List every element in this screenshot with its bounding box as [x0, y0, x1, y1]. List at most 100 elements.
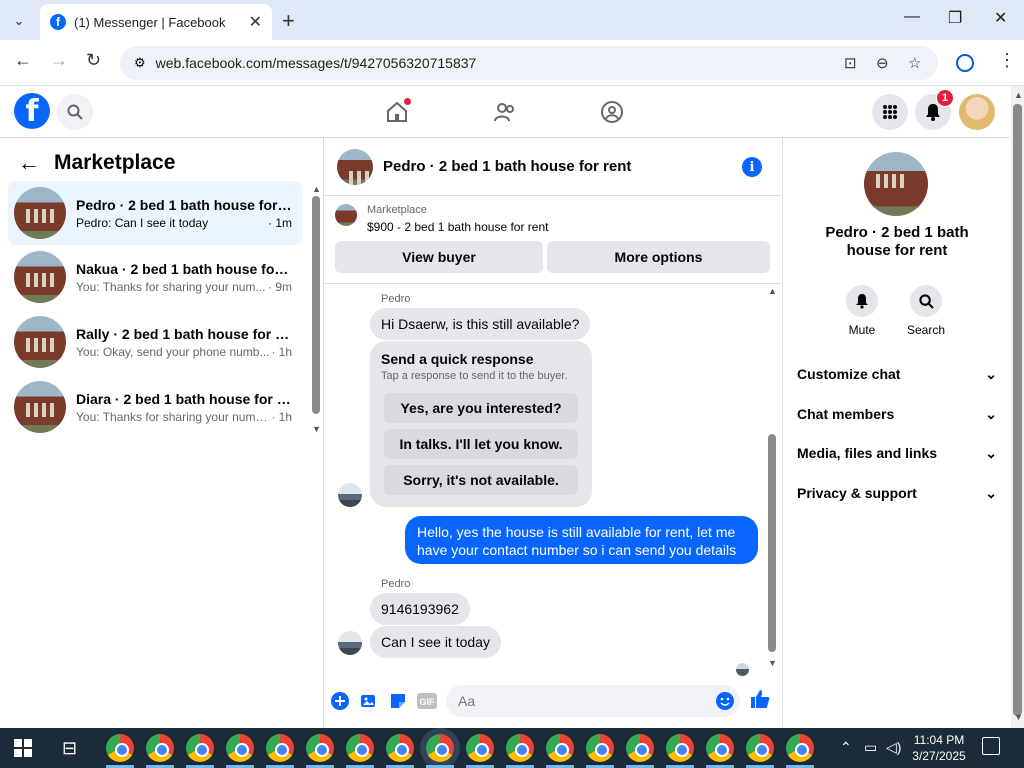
- quick-response-button[interactable]: In talks. I'll let you know.: [384, 429, 578, 459]
- facebook-logo-icon[interactable]: f: [14, 93, 50, 129]
- search-icon[interactable]: [910, 285, 942, 317]
- search-action[interactable]: Search: [896, 285, 956, 337]
- scroll-up-arrow-icon[interactable]: ▲: [768, 286, 777, 296]
- scroll-down-arrow-icon[interactable]: ▼: [312, 424, 321, 434]
- chrome-taskbar-icon[interactable]: [146, 734, 174, 762]
- customize-chat-section[interactable]: Customize chat ⌄: [797, 366, 997, 383]
- maximize-icon[interactable]: ❐: [948, 8, 962, 28]
- emoji-icon[interactable]: [715, 691, 735, 711]
- chrome-taskbar-icon[interactable]: [346, 734, 374, 762]
- chrome-taskbar-icon[interactable]: [386, 734, 414, 762]
- quick-response-button[interactable]: Sorry, it's not available.: [384, 465, 578, 495]
- chat-avatar[interactable]: [337, 148, 373, 185]
- marketplace-label: Marketplace: [367, 204, 427, 216]
- friends-icon[interactable]: [493, 100, 517, 130]
- tab-search-icon[interactable]: ⌄: [8, 10, 30, 32]
- conversation-item[interactable]: Nakua · 2 bed 1 bath house for r... You:…: [8, 245, 302, 309]
- browser-tab[interactable]: f (1) Messenger | Facebook ✕: [40, 4, 272, 40]
- more-options-button[interactable]: More options: [547, 241, 770, 273]
- install-app-icon[interactable]: ⊡: [844, 54, 857, 72]
- gif-icon[interactable]: GIF: [417, 691, 437, 711]
- scroll-up-arrow-icon[interactable]: ▲: [1014, 90, 1023, 100]
- back-icon[interactable]: ←: [14, 50, 32, 71]
- system-clock[interactable]: 11:04 PM 3/27/2025: [900, 732, 978, 764]
- url-text[interactable]: web.facebook.com/messages/t/942705632071…: [156, 55, 477, 71]
- chrome-taskbar-icon[interactable]: [426, 734, 454, 762]
- photo-icon[interactable]: [359, 691, 379, 711]
- groups-icon[interactable]: [600, 100, 624, 130]
- media-files-links-section[interactable]: Media, files and links ⌄: [797, 445, 997, 462]
- site-info-icon[interactable]: ⚙: [134, 55, 146, 71]
- scroll-down-arrow-icon[interactable]: ▼: [768, 658, 777, 668]
- browser-menu-icon[interactable]: ⋮: [998, 50, 1016, 71]
- windows-start-icon[interactable]: [14, 739, 32, 757]
- chrome-taskbar-icon[interactable]: [186, 734, 214, 762]
- zoom-icon[interactable]: ⊖: [876, 54, 889, 72]
- listing-thumbnail: [14, 316, 66, 368]
- menu-grid-icon[interactable]: [872, 94, 908, 130]
- scrollbar-thumb[interactable]: [768, 434, 776, 652]
- chrome-taskbar-icon[interactable]: [266, 734, 294, 762]
- reload-icon[interactable]: ↻: [86, 50, 101, 71]
- profile-icon[interactable]: [956, 54, 974, 72]
- conversation-item[interactable]: Pedro · 2 bed 1 bath house for r... Pedr…: [8, 181, 302, 245]
- conversation-preview: You: Thanks for sharing your numb...: [76, 409, 272, 424]
- chrome-taskbar-icon[interactable]: [506, 734, 534, 762]
- chrome-taskbar-icon[interactable]: [466, 734, 494, 762]
- chrome-taskbar-icon[interactable]: [586, 734, 614, 762]
- forward-icon[interactable]: →: [50, 50, 68, 71]
- quick-response-button[interactable]: Yes, are you interested?: [384, 393, 578, 423]
- chrome-taskbar-icon[interactable]: [546, 734, 574, 762]
- scroll-down-arrow-icon[interactable]: ▼: [1014, 712, 1023, 722]
- search-icon[interactable]: [57, 94, 93, 130]
- conversation-item[interactable]: Rally · 2 bed 1 bath house for rent You:…: [8, 310, 302, 374]
- chrome-taskbar-icon[interactable]: [666, 734, 694, 762]
- view-buyer-button[interactable]: View buyer: [335, 241, 543, 273]
- task-view-icon[interactable]: ⊟: [62, 738, 77, 759]
- chrome-taskbar-icon[interactable]: [786, 734, 814, 762]
- privacy-support-section[interactable]: Privacy & support ⌄: [797, 485, 997, 502]
- message-input[interactable]: [446, 685, 740, 717]
- chrome-taskbar-icon[interactable]: [306, 734, 334, 762]
- chrome-taskbar-icon[interactable]: [626, 734, 654, 762]
- incoming-message: Can I see it today: [370, 626, 501, 658]
- mute-action[interactable]: Mute: [832, 285, 892, 337]
- account-avatar[interactable]: [959, 94, 995, 130]
- new-tab-icon[interactable]: +: [282, 8, 295, 34]
- section-label: Media, files and links: [797, 445, 938, 461]
- conversation-item[interactable]: Diara · 2 bed 1 bath house for re... You…: [8, 375, 302, 439]
- thread-scrollbar[interactable]: ▲ ▼: [767, 286, 777, 668]
- chrome-taskbar-icon[interactable]: [226, 734, 254, 762]
- sender-name: Pedro: [381, 578, 411, 590]
- chevron-down-icon: ⌄: [985, 485, 997, 501]
- show-hidden-icons-icon[interactable]: ⌃: [840, 739, 852, 756]
- info-icon[interactable]: i: [742, 157, 762, 177]
- clock-date: 3/27/2025: [912, 749, 966, 763]
- chevron-down-icon: ⌄: [985, 366, 997, 382]
- chat-members-section[interactable]: Chat members ⌄: [797, 406, 997, 423]
- chrome-taskbar-icon[interactable]: [706, 734, 734, 762]
- page-scrollbar[interactable]: ▲ ▼: [1011, 86, 1024, 728]
- like-thumb-icon[interactable]: [750, 689, 770, 709]
- outgoing-message: Hello, yes the house is still available …: [405, 516, 758, 564]
- network-icon[interactable]: ▭: [864, 739, 877, 756]
- scrollbar-thumb[interactable]: [1013, 104, 1022, 716]
- back-arrow-icon[interactable]: ←: [18, 150, 40, 176]
- add-plus-icon[interactable]: [330, 691, 350, 711]
- close-tab-icon[interactable]: ✕: [249, 12, 262, 32]
- bell-icon[interactable]: [846, 285, 878, 317]
- sticker-icon[interactable]: [388, 691, 408, 711]
- action-center-icon[interactable]: [982, 737, 1000, 755]
- chat-panel: Pedro · 2 bed 1 bath house for rent i Ma…: [325, 138, 781, 728]
- chat-list-scrollbar[interactable]: ▲ ▼: [312, 184, 321, 434]
- scrollbar-thumb[interactable]: [312, 196, 320, 414]
- scroll-up-arrow-icon[interactable]: ▲: [312, 184, 321, 194]
- minimize-icon[interactable]: —: [904, 8, 920, 26]
- chat-title[interactable]: Pedro · 2 bed 1 bath house for rent: [383, 158, 631, 175]
- chrome-taskbar-icon[interactable]: [106, 734, 134, 762]
- bookmark-star-icon[interactable]: ☆: [908, 54, 921, 72]
- listing-title[interactable]: $900 - 2 bed 1 bath house for rent: [367, 220, 548, 234]
- close-window-icon[interactable]: ✕: [994, 8, 1007, 28]
- chrome-taskbar-icon[interactable]: [746, 734, 774, 762]
- omnibox[interactable]: ⚙ web.facebook.com/messages/t/9427056320…: [120, 46, 938, 80]
